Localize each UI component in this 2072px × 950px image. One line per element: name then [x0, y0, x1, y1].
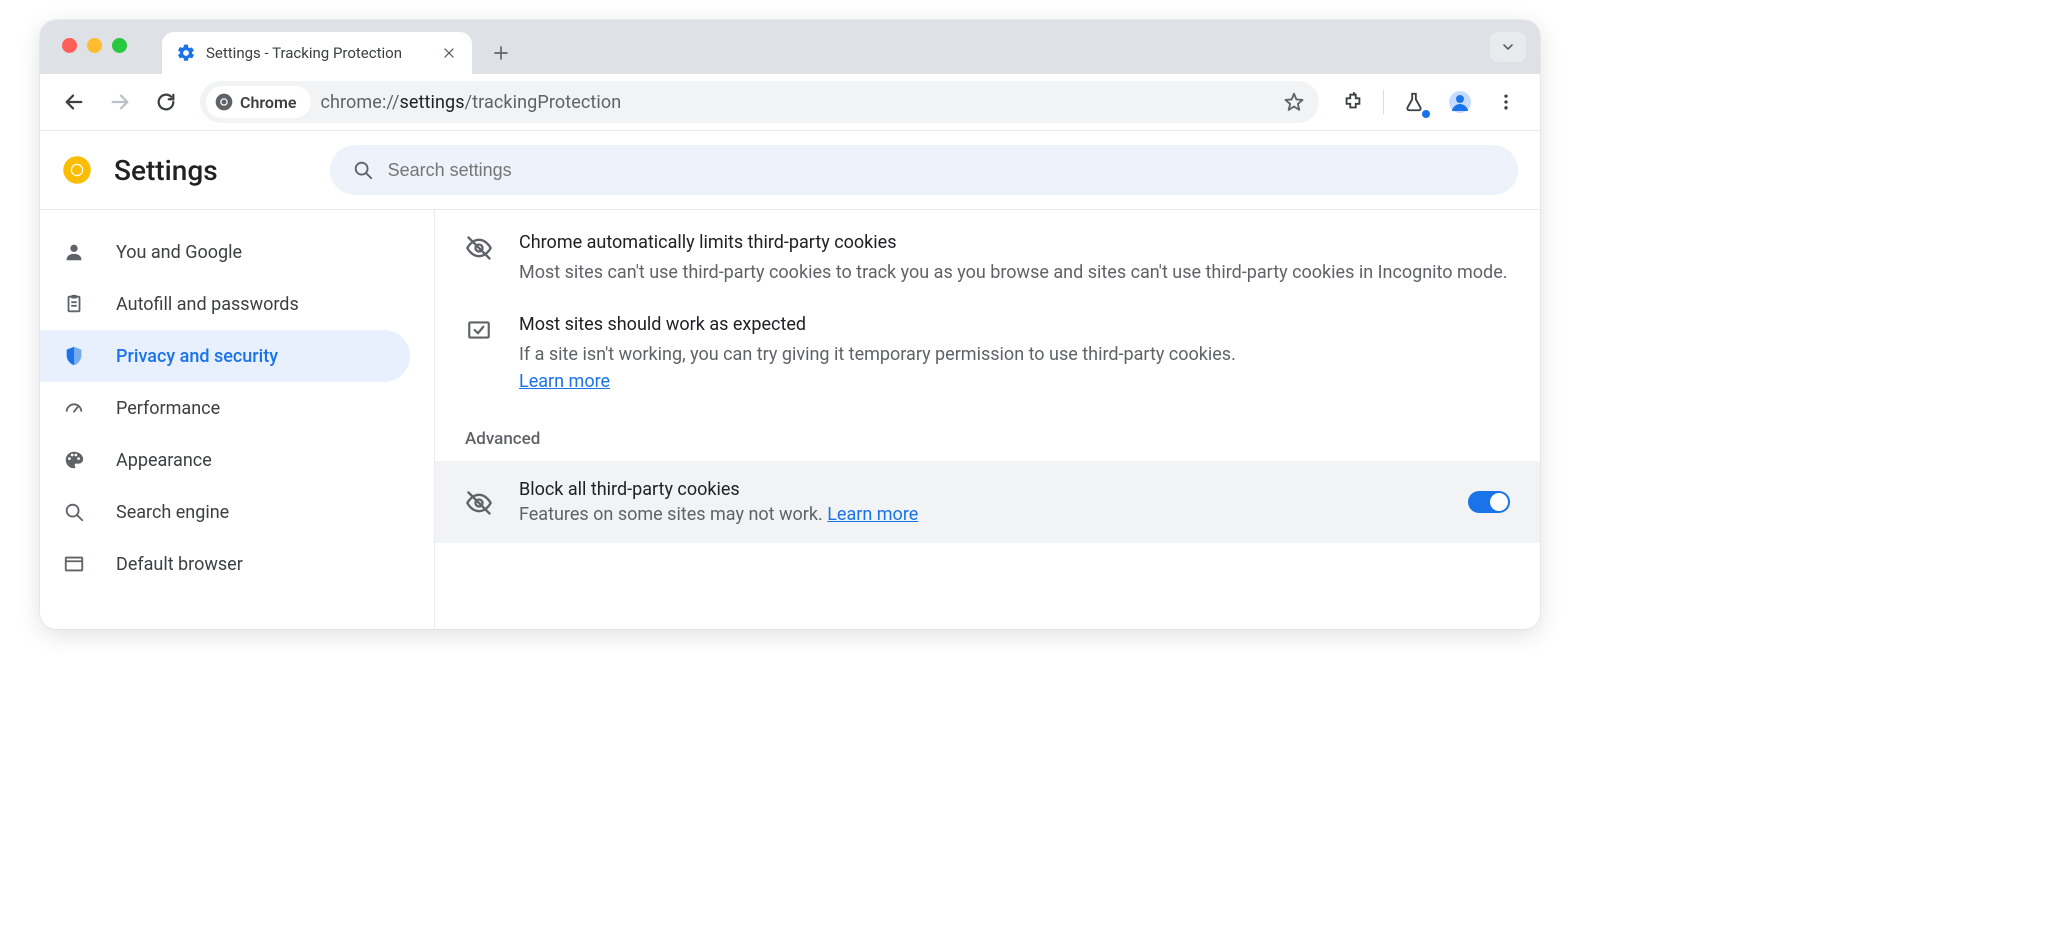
sidebar-item-label: Default browser [116, 554, 243, 575]
block-all-cookies-row: Block all third-party cookies Features o… [435, 461, 1540, 543]
forward-button[interactable] [100, 82, 140, 122]
eye-off-icon [465, 489, 493, 517]
block-all-title: Block all third-party cookies [519, 479, 918, 500]
eye-off-icon [465, 234, 493, 262]
titlebar-right [1490, 32, 1526, 62]
shield-icon [62, 344, 86, 368]
settings-gear-icon [176, 43, 196, 63]
user-icon [62, 240, 86, 264]
checkbox-icon [465, 316, 493, 344]
palette-icon [62, 448, 86, 472]
info-title: Chrome automatically limits third-party … [519, 232, 1508, 253]
search-icon [62, 500, 86, 524]
clipboard-icon [62, 292, 86, 316]
sidebar-item-label: Appearance [116, 450, 212, 471]
extensions-button[interactable] [1333, 82, 1373, 122]
chrome-menu-button[interactable] [1486, 82, 1526, 122]
block-all-toggle[interactable] [1468, 491, 1510, 513]
content-area: Settings You and Google Autofill and pas… [40, 130, 1540, 629]
profile-button[interactable] [1440, 82, 1480, 122]
settings-body: You and Google Autofill and passwords Pr… [40, 209, 1540, 629]
window-maximize-button[interactable] [112, 38, 127, 53]
info-row-cookies: Chrome automatically limits third-party … [435, 210, 1540, 292]
settings-sidebar: You and Google Autofill and passwords Pr… [40, 210, 435, 629]
info-text: Chrome automatically limits third-party … [519, 232, 1508, 286]
toolbar-separator [1383, 90, 1384, 114]
block-all-desc: Features on some sites may not work. [519, 504, 827, 525]
sidebar-item-label: You and Google [116, 242, 242, 263]
window-minimize-button[interactable] [87, 38, 102, 53]
settings-header: Settings [40, 131, 1540, 209]
info-text: Most sites should work as expected If a … [519, 314, 1236, 395]
back-button[interactable] [54, 82, 94, 122]
tab-search-button[interactable] [1490, 32, 1526, 62]
sidebar-item-label: Privacy and security [116, 346, 278, 367]
chrome-icon [214, 92, 234, 112]
tab-close-button[interactable] [440, 44, 458, 62]
sidebar-item-autofill[interactable]: Autofill and passwords [40, 278, 410, 330]
window-icon [62, 552, 86, 576]
sidebar-item-you-and-google[interactable]: You and Google [40, 226, 410, 278]
sidebar-item-privacy-security[interactable]: Privacy and security [40, 330, 410, 382]
learn-more-link[interactable]: Learn more [519, 371, 610, 392]
site-info-chip[interactable]: Chrome [206, 86, 311, 118]
speedometer-icon [62, 396, 86, 420]
info-desc: If a site isn't working, you can try giv… [519, 341, 1236, 368]
sidebar-item-appearance[interactable]: Appearance [40, 434, 410, 486]
chrome-logo-icon [62, 155, 92, 185]
info-desc: Most sites can't use third-party cookies… [519, 259, 1508, 286]
traffic-lights [62, 38, 127, 53]
site-info-label: Chrome [240, 93, 297, 112]
search-icon [352, 159, 374, 181]
sidebar-item-default-browser[interactable]: Default browser [40, 538, 410, 590]
sidebar-item-performance[interactable]: Performance [40, 382, 410, 434]
settings-main: Chrome automatically limits third-party … [435, 210, 1540, 629]
tabs-area: Settings - Tracking Protection [162, 20, 518, 74]
settings-search-bar[interactable] [330, 145, 1518, 195]
learn-more-link[interactable]: Learn more [827, 504, 918, 525]
sidebar-item-label: Performance [116, 398, 220, 419]
new-tab-button[interactable] [484, 36, 518, 70]
advanced-section-label: Advanced [435, 401, 1540, 461]
window-close-button[interactable] [62, 38, 77, 53]
reload-button[interactable] [146, 82, 186, 122]
sidebar-item-label: Search engine [116, 502, 229, 523]
titlebar: Settings - Tracking Protection [40, 20, 1540, 74]
info-row-sites-work: Most sites should work as expected If a … [435, 292, 1540, 401]
toolbar: Chrome chrome://settings/trackingProtect… [40, 74, 1540, 130]
settings-title: Settings [114, 154, 218, 187]
labs-button[interactable] [1394, 82, 1434, 122]
browser-window: Settings - Tracking Protection [40, 20, 1540, 629]
browser-tab[interactable]: Settings - Tracking Protection [162, 32, 472, 74]
info-title: Most sites should work as expected [519, 314, 1236, 335]
tab-title: Settings - Tracking Protection [206, 44, 430, 62]
bookmark-star-icon[interactable] [1283, 91, 1305, 113]
sidebar-item-label: Autofill and passwords [116, 294, 299, 315]
search-input[interactable] [388, 160, 1496, 181]
block-all-text: Block all third-party cookies Features o… [519, 479, 918, 525]
url-text: chrome://settings/trackingProtection [321, 92, 622, 113]
address-bar[interactable]: Chrome chrome://settings/trackingProtect… [200, 81, 1319, 123]
sidebar-item-search-engine[interactable]: Search engine [40, 486, 410, 538]
